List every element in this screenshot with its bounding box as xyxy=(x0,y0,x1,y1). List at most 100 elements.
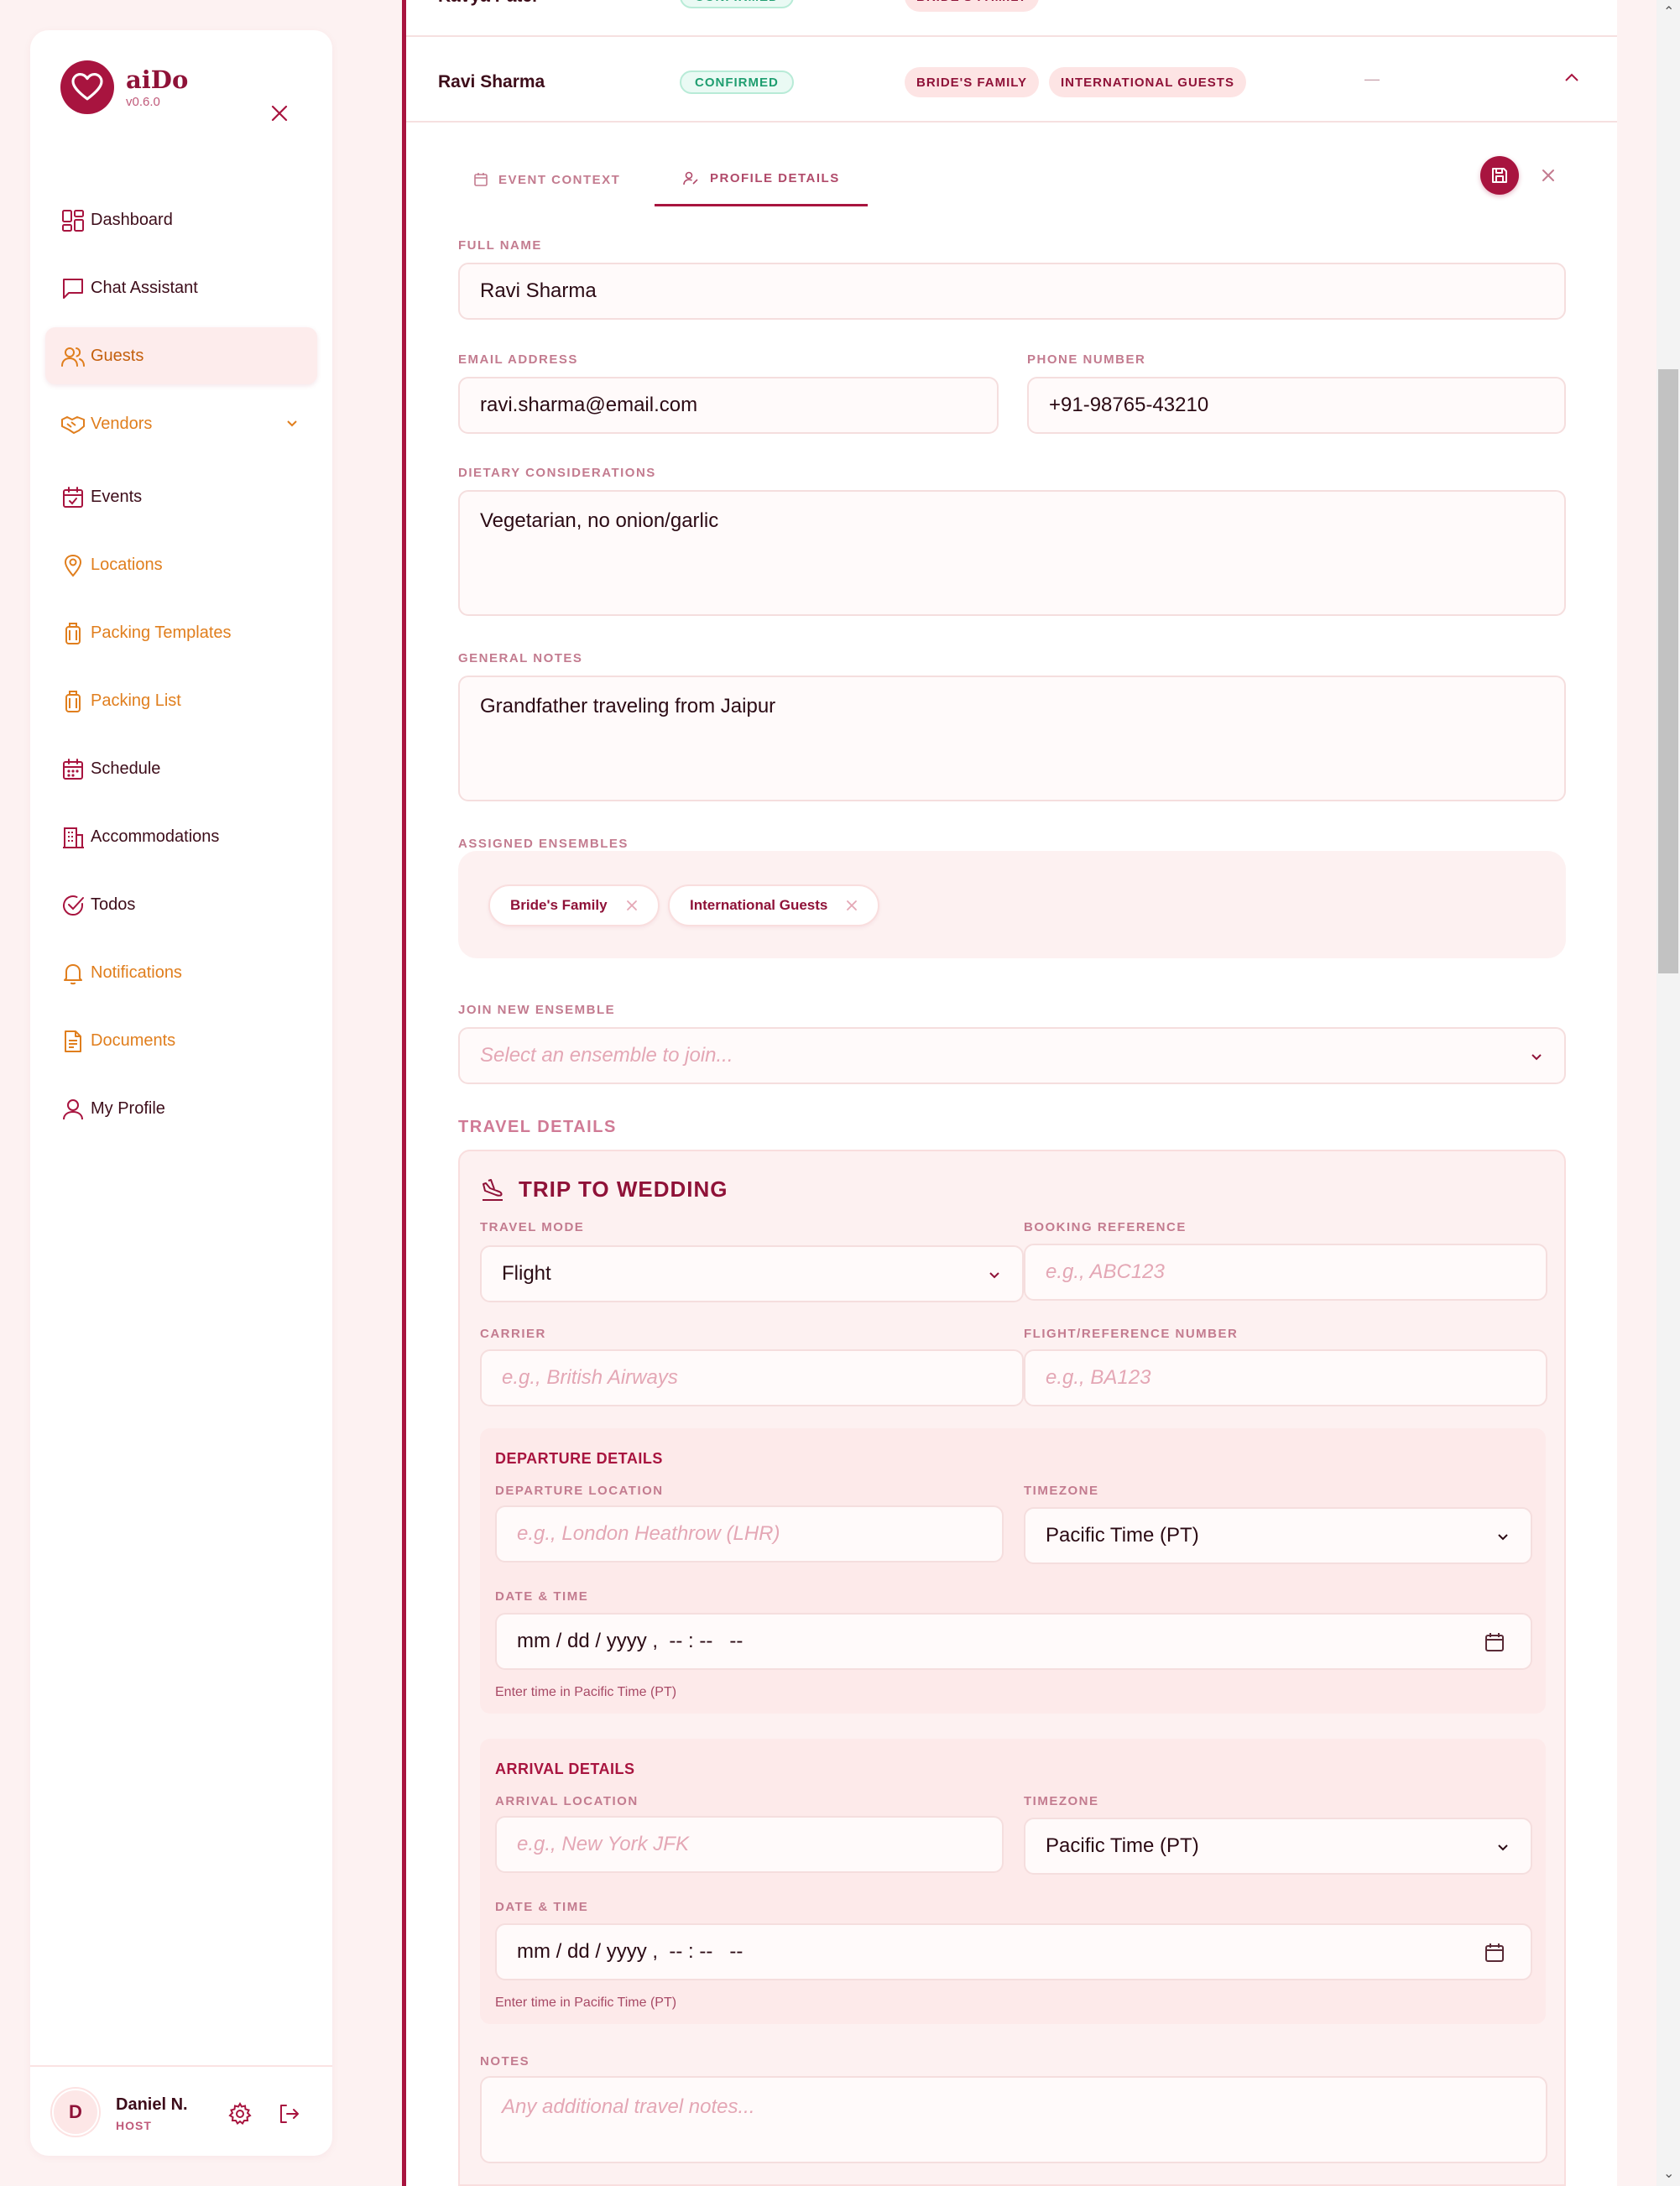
chevron-down-icon xyxy=(1498,1844,1508,1851)
sidebar-item-my-profile[interactable]: My Profile xyxy=(45,1080,317,1137)
flight-number-input[interactable] xyxy=(1024,1349,1547,1406)
tab-profile-details[interactable]: PROFILE DETAILS xyxy=(655,153,868,206)
chevron-up-icon xyxy=(1565,73,1578,81)
general-notes-textarea[interactable]: Grandfather traveling from Jaipur xyxy=(458,676,1566,801)
carrier-input[interactable] xyxy=(480,1349,1024,1406)
arrival-timezone-hint: Enter time in Pacific Time (PT) xyxy=(495,1996,677,2010)
general-notes-label: GENERAL NOTES xyxy=(458,651,583,665)
sidebar-item-label: Events xyxy=(91,487,143,506)
sidebar-item-packing-list[interactable]: Packing List xyxy=(45,672,317,729)
arrival-location-input[interactable] xyxy=(495,1816,1004,1873)
user-role: HOST xyxy=(116,2119,152,2132)
logout-button[interactable] xyxy=(277,2102,300,2130)
document-icon xyxy=(65,1030,81,1052)
sidebar-item-label: My Profile xyxy=(91,1098,165,1118)
scroll-up-arrow-icon[interactable]: ⌃ xyxy=(1663,3,1674,20)
trip-panel: TRIP TO WEDDING TRAVEL MODE Flight BOOKI… xyxy=(458,1150,1566,2186)
sidebar-footer: D Daniel N. HOST xyxy=(30,2065,332,2156)
dietary-textarea[interactable]: Vegetarian, no onion/garlic xyxy=(458,490,1566,616)
booking-reference-input[interactable] xyxy=(1024,1244,1547,1301)
sidebar-item-accommodations[interactable]: Accommodations xyxy=(45,808,317,865)
sidebar-item-label: Packing List xyxy=(91,691,181,710)
assigned-ensembles-label: ASSIGNED ENSEMBLES xyxy=(458,837,629,851)
join-ensemble-select[interactable]: Select an ensemble to join... xyxy=(458,1027,1566,1084)
departure-location-input[interactable] xyxy=(495,1505,1004,1563)
departure-timezone-label: TIMEZONE xyxy=(1024,1484,1099,1498)
sidebar-item-guests[interactable]: Guests xyxy=(45,327,317,384)
departure-datetime-input[interactable]: mm / dd / yyyy , -- : -- -- xyxy=(495,1613,1532,1670)
arrival-datetime-label: DATE & TIME xyxy=(495,1900,589,1914)
sidebar-item-notifications[interactable]: Notifications xyxy=(45,944,317,1001)
app-name: aiDo xyxy=(126,65,189,94)
assigned-ensembles: Bride's Family International Guests xyxy=(458,851,1566,958)
carrier-label: CARRIER xyxy=(480,1327,546,1341)
ensemble-tag: BRIDE'S FAMILY xyxy=(905,67,1040,97)
departure-timezone-hint: Enter time in Pacific Time (PT) xyxy=(495,1685,677,1699)
chat-icon xyxy=(63,279,83,299)
phone-field[interactable] xyxy=(1027,377,1566,434)
sidebar-item-todos[interactable]: Todos xyxy=(45,876,317,933)
table-row[interactable]: Ravi Sharma CONFIRMED BRIDE'S FAMILY INT… xyxy=(406,39,1617,123)
save-button[interactable] xyxy=(1480,156,1519,195)
tab-event-context[interactable]: EVENT CONTEXT xyxy=(458,153,639,206)
sidebar-item-dashboard[interactable]: Dashboard xyxy=(45,191,317,248)
sidebar-item-packing-templates[interactable]: Packing Templates xyxy=(45,604,317,661)
scroll-down-arrow-icon[interactable]: ⌄ xyxy=(1663,2165,1674,2182)
users-icon xyxy=(61,347,85,367)
scroll-thumb[interactable] xyxy=(1658,369,1678,973)
travel-notes-textarea[interactable] xyxy=(480,2076,1547,2163)
arrival-timezone-select[interactable]: Pacific Time (PT) xyxy=(1024,1818,1532,1875)
luggage-icon xyxy=(65,691,81,712)
sidebar-item-schedule[interactable]: Schedule xyxy=(45,740,317,797)
remove-chip-icon[interactable] xyxy=(846,900,858,911)
close-sidebar-button[interactable] xyxy=(267,101,292,126)
sidebar-item-label: Dashboard xyxy=(91,210,173,229)
email-label: EMAIL ADDRESS xyxy=(458,352,578,367)
user-icon xyxy=(63,1099,83,1120)
settings-button[interactable] xyxy=(228,2101,252,2130)
avatar[interactable]: D xyxy=(52,2089,99,2136)
sidebar-item-label: Locations xyxy=(91,555,163,574)
departure-location-label: DEPARTURE LOCATION xyxy=(495,1484,664,1498)
sidebar: aiDo v0.6.0 Dashboard Chat Assistant Gue… xyxy=(30,30,332,2156)
departure-timezone-select[interactable]: Pacific Time (PT) xyxy=(1024,1507,1532,1564)
user-edit-icon xyxy=(683,171,698,185)
luggage-icon xyxy=(65,623,81,644)
status-badge: CONFIRMED xyxy=(680,0,794,8)
dietary-label: DIETARY CONSIDERATIONS xyxy=(458,466,656,480)
departure-datetime-label: DATE & TIME xyxy=(495,1589,589,1604)
sidebar-item-vendors[interactable]: Vendors xyxy=(45,395,317,452)
join-ensemble-label: JOIN NEW ENSEMBLE xyxy=(458,1003,616,1017)
close-icon xyxy=(271,105,288,122)
building-icon xyxy=(63,827,84,848)
email-field[interactable] xyxy=(458,377,999,434)
table-row[interactable]: Kavya Patel CONFIRMED BRIDE'S FAMILY — xyxy=(406,0,1617,37)
page-scrollbar[interactable]: ⌃ ⌄ xyxy=(1657,0,1680,2186)
sidebar-item-events[interactable]: Events xyxy=(45,468,317,525)
flight-number-label: FLIGHT/REFERENCE NUMBER xyxy=(1024,1327,1239,1341)
close-detail-button[interactable] xyxy=(1537,164,1559,186)
departure-panel: DEPARTURE DETAILS DEPARTURE LOCATION TIM… xyxy=(480,1428,1546,1714)
main-content: Kavya Patel CONFIRMED BRIDE'S FAMILY — R… xyxy=(406,0,1617,2186)
sidebar-item-label: Todos xyxy=(91,895,136,914)
arrival-datetime-input[interactable]: mm / dd / yyyy , -- : -- -- xyxy=(495,1923,1532,1980)
sidebar-item-locations[interactable]: Locations xyxy=(45,536,317,593)
ensemble-chip: Bride's Family xyxy=(488,884,660,926)
guest-name: Kavya Patel xyxy=(438,0,537,7)
sidebar-item-label: Chat Assistant xyxy=(91,278,198,297)
full-name-input[interactable] xyxy=(458,263,1566,320)
sidebar-item-label: Accommodations xyxy=(91,827,220,846)
sidebar-item-documents[interactable]: Documents xyxy=(45,1012,317,1069)
handshake-icon xyxy=(61,416,85,434)
sidebar-item-label: Packing Templates xyxy=(91,623,232,642)
arrival-title: ARRIVAL DETAILS xyxy=(495,1761,635,1777)
user-name: Daniel N. xyxy=(116,2095,188,2114)
arrival-location-label: ARRIVAL LOCATION xyxy=(495,1794,639,1808)
booking-reference-label: BOOKING REFERENCE xyxy=(1024,1220,1187,1234)
sidebar-item-chat-assistant[interactable]: Chat Assistant xyxy=(45,259,317,316)
row-placeholder: — xyxy=(1364,70,1380,87)
travel-mode-select[interactable]: Flight xyxy=(480,1245,1024,1302)
remove-chip-icon[interactable] xyxy=(626,900,638,911)
calendar-icon xyxy=(474,173,488,186)
collapse-row-button[interactable] xyxy=(1563,69,1581,91)
